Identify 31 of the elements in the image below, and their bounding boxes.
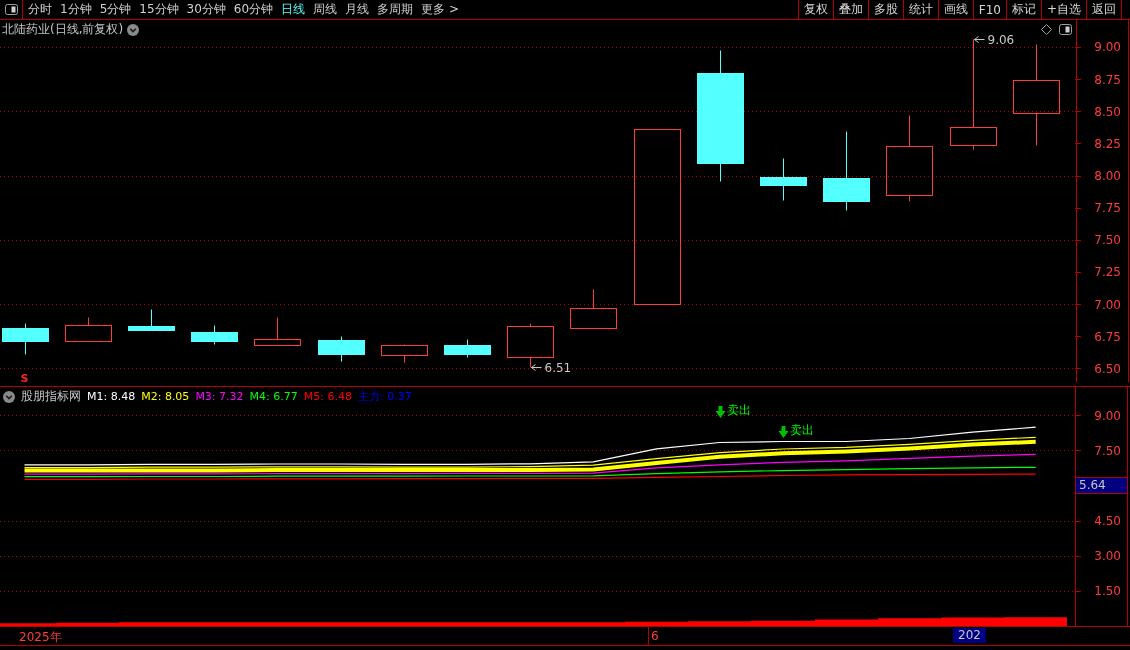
axis-label: 1.50: [1094, 584, 1121, 599]
legend-value: M5: 6.48: [303, 390, 352, 403]
axis-label: 6.50: [1094, 361, 1121, 376]
legend-value: M4: 6.77: [249, 390, 298, 403]
date-label: 2025年: [19, 629, 62, 646]
indicator-name: 股朋指标网: [21, 388, 81, 405]
axis-label: 3.00: [1094, 549, 1121, 564]
cursor-value-label: 5.64: [1075, 477, 1128, 494]
axis-label: 7.50: [1094, 443, 1121, 458]
axis-label: 9.00: [1094, 408, 1121, 423]
axis-label: 8.50: [1094, 104, 1121, 119]
signal-mark: S: [20, 372, 29, 385]
date-label: 6: [651, 629, 659, 643]
axis-label: 9.00: [1094, 40, 1121, 55]
axis-label: 7.00: [1094, 297, 1121, 312]
legend-value: M1: 8.48: [87, 390, 136, 403]
chart-title: 北陆药业(日线,前复权): [2, 21, 124, 38]
legend-value: M3: 7.32: [195, 390, 244, 403]
cursor-date-label: 202: [953, 628, 986, 643]
axis-label: 4.50: [1094, 514, 1121, 529]
axis-label: 8.00: [1094, 169, 1121, 183]
signal-label: 卖出: [789, 423, 814, 438]
axis-label: 8.75: [1094, 72, 1121, 87]
axis-label: 7.50: [1094, 233, 1121, 248]
axis-label: 6.75: [1094, 329, 1121, 344]
axis-label: 7.25: [1094, 265, 1121, 280]
legend-value: M2: 8.05: [141, 390, 190, 403]
axis-label: 8.25: [1094, 136, 1121, 151]
signal-label: 卖出: [726, 403, 751, 418]
axis-label: 7.75: [1094, 201, 1121, 216]
legend-value: 主力: 0.37: [357, 389, 412, 404]
